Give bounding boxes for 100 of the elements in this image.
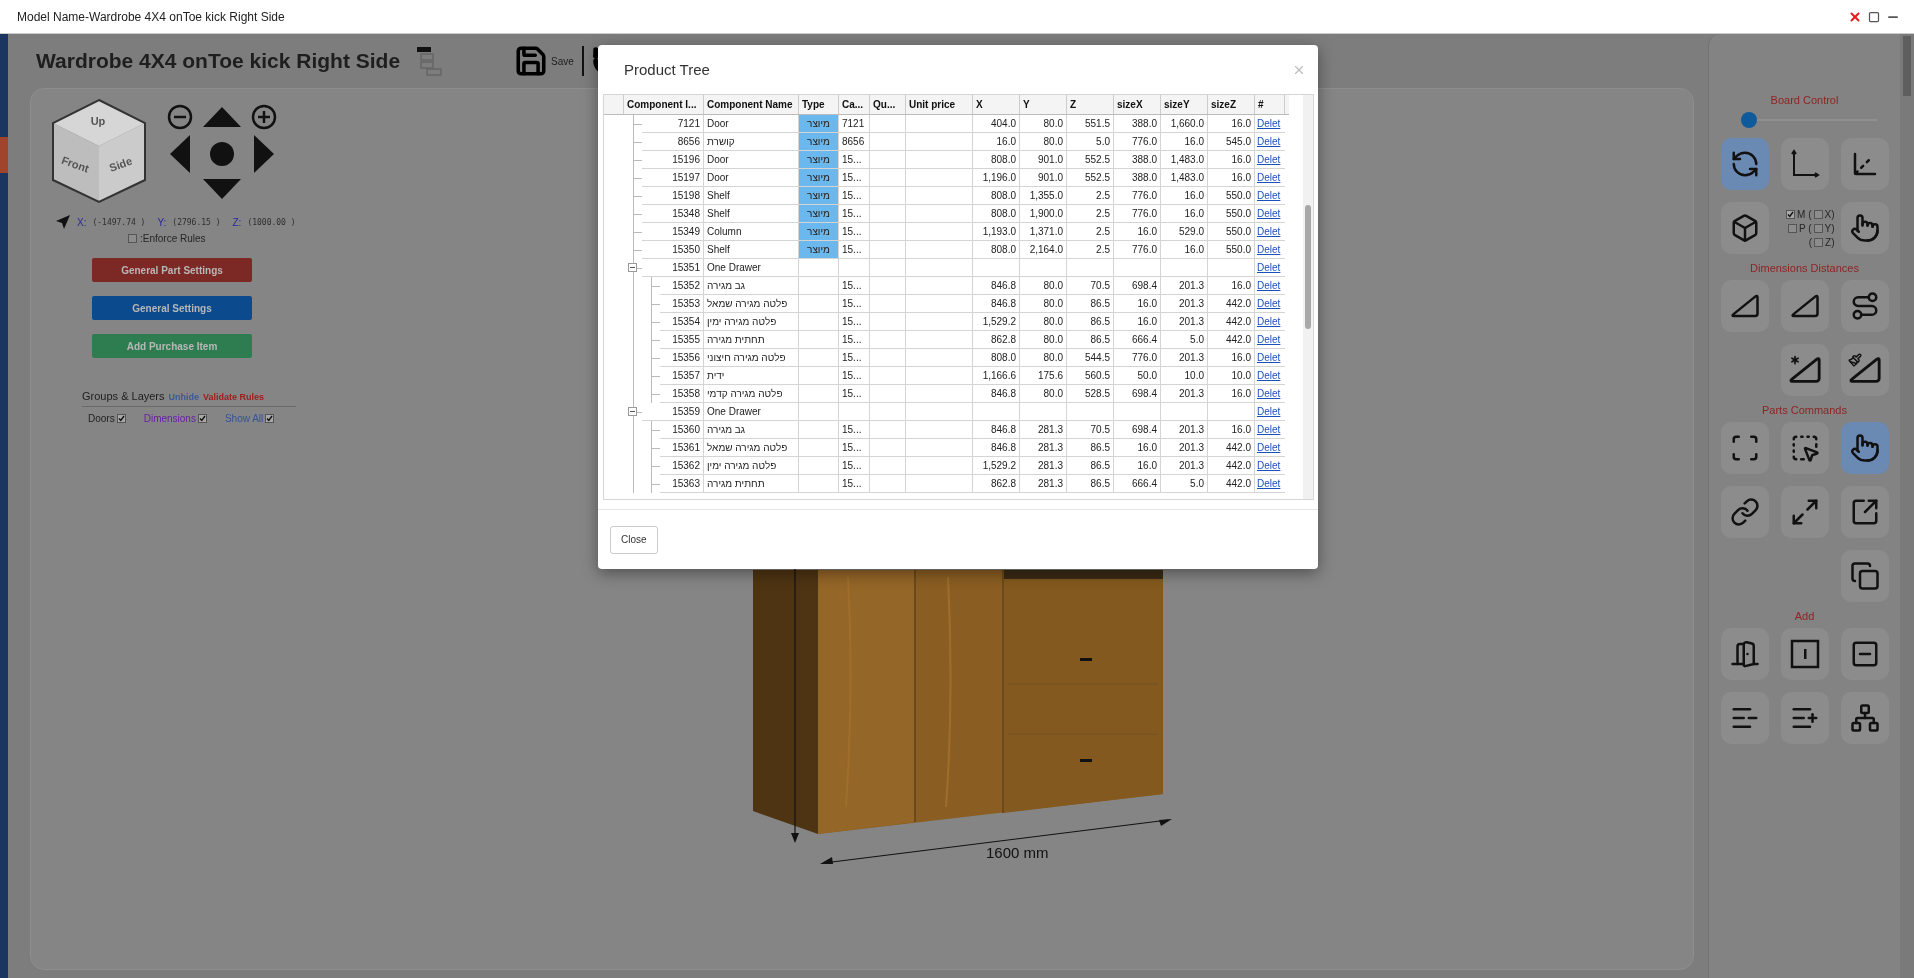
table-cell	[870, 367, 906, 385]
delete-link[interactable]: Delet	[1255, 169, 1285, 187]
column-header[interactable]: Z	[1067, 95, 1114, 114]
scrollbar[interactable]	[1303, 95, 1313, 499]
tool-button[interactable]	[1780, 344, 1829, 396]
close-icon[interactable]	[1848, 9, 1862, 24]
tool-button[interactable]	[1720, 628, 1769, 680]
tool-button[interactable]	[1840, 202, 1889, 254]
column-header[interactable]: #	[1255, 95, 1285, 114]
tool-button[interactable]	[1780, 628, 1829, 680]
delete-link[interactable]: Delet	[1255, 439, 1285, 457]
settings-button[interactable]: General Part Settings	[92, 258, 252, 282]
column-header[interactable]: Component I...	[624, 95, 704, 114]
center-dot-icon[interactable]	[209, 141, 235, 167]
zoom-out-icon[interactable]	[167, 104, 193, 130]
tool-button[interactable]	[1780, 138, 1829, 190]
tool-button[interactable]	[1720, 692, 1769, 744]
collapse-icon[interactable]	[628, 407, 637, 416]
tool-button[interactable]	[1840, 692, 1889, 744]
table-cell: 698.4	[1114, 277, 1161, 295]
tool-button[interactable]	[1840, 344, 1889, 396]
tool-button[interactable]	[1780, 422, 1829, 474]
delete-link[interactable]: Delet	[1255, 133, 1285, 151]
column-header[interactable]: sizeX	[1114, 95, 1161, 114]
zoom-in-icon[interactable]	[251, 104, 277, 130]
maximize-icon[interactable]	[1868, 10, 1880, 23]
column-header[interactable]: Y	[1020, 95, 1067, 114]
delete-link[interactable]: Delet	[1255, 277, 1285, 295]
pan-up-icon[interactable]	[202, 106, 242, 128]
delete-link[interactable]: Delet	[1255, 115, 1285, 133]
table-cell	[973, 403, 1020, 421]
delete-link[interactable]: Delet	[1255, 457, 1285, 475]
column-header[interactable]: Unit price	[906, 95, 973, 114]
tool-button[interactable]	[1840, 280, 1889, 332]
table-cell	[906, 241, 973, 259]
tool-button[interactable]	[1720, 138, 1769, 190]
table-cell	[870, 403, 906, 421]
column-header[interactable]: Qu...	[870, 95, 906, 114]
delete-link[interactable]: Delet	[1255, 187, 1285, 205]
tool-button[interactable]	[1720, 280, 1769, 332]
delete-link[interactable]: Delet	[1255, 313, 1285, 331]
pan-down-icon[interactable]	[202, 178, 242, 200]
table-cell: 442.0	[1208, 295, 1255, 313]
delete-link[interactable]: Delet	[1255, 205, 1285, 223]
collapse-icon[interactable]	[628, 263, 637, 272]
table-cell: 901.0	[1020, 169, 1067, 187]
tool-button[interactable]	[1720, 202, 1769, 254]
view-cube[interactable]: Up Front Side	[50, 98, 148, 206]
checkbox[interactable]	[1787, 223, 1797, 233]
settings-button[interactable]: General Settings	[92, 296, 252, 320]
delete-link[interactable]: Delet	[1255, 475, 1285, 493]
tool-button[interactable]	[1840, 628, 1889, 680]
column-header[interactable]: sizeY	[1161, 95, 1208, 114]
tool-button[interactable]	[1780, 486, 1829, 538]
checkbox[interactable]	[1814, 237, 1824, 247]
delete-link[interactable]: Delet	[1255, 259, 1285, 277]
table-cell: 15...	[839, 187, 870, 205]
tool-button[interactable]	[1780, 692, 1829, 744]
delete-link[interactable]: Delet	[1255, 403, 1285, 421]
table-cell	[906, 277, 973, 295]
delete-link[interactable]: Delet	[1255, 367, 1285, 385]
delete-link[interactable]: Delet	[1255, 349, 1285, 367]
delete-link[interactable]: Delet	[1255, 421, 1285, 439]
delete-link[interactable]: Delet	[1255, 151, 1285, 169]
delete-link[interactable]: Delet	[1255, 295, 1285, 313]
column-header[interactable]: sizeZ	[1208, 95, 1255, 114]
checkbox[interactable]	[1786, 209, 1796, 219]
tool-button[interactable]	[1720, 486, 1769, 538]
delete-link[interactable]: Delet	[1255, 241, 1285, 259]
table-cell: 15356	[660, 349, 704, 367]
delete-link[interactable]: Delet	[1255, 385, 1285, 403]
table-cell: 552.5	[1067, 169, 1114, 187]
delete-link[interactable]: Delet	[1255, 223, 1285, 241]
table-cell: One Drawer	[704, 259, 799, 277]
column-header[interactable]: Ca...	[839, 95, 870, 114]
close-button[interactable]: Close	[610, 525, 658, 554]
column-header[interactable]: Component Name	[704, 95, 799, 114]
column-header[interactable]: Type	[799, 95, 839, 114]
pan-right-icon[interactable]	[253, 134, 275, 174]
column-header[interactable]: X	[973, 95, 1020, 114]
tool-button[interactable]	[1840, 486, 1889, 538]
checkbox[interactable]	[128, 234, 137, 243]
checkbox[interactable]	[116, 414, 126, 423]
save-button[interactable]: Save	[514, 44, 574, 78]
checkbox[interactable]	[265, 414, 275, 423]
tool-button[interactable]	[1720, 422, 1769, 474]
checkbox[interactable]	[197, 414, 207, 423]
tool-button[interactable]	[1840, 138, 1889, 190]
tool-button[interactable]	[1840, 422, 1889, 474]
pan-left-icon[interactable]	[169, 134, 191, 174]
checkbox[interactable]	[1813, 209, 1823, 219]
tool-button[interactable]	[1840, 550, 1889, 602]
tool-button[interactable]	[1780, 280, 1829, 332]
slider-thumb[interactable]	[1740, 112, 1757, 128]
table-cell: 201.3	[1161, 313, 1208, 331]
delete-link[interactable]: Delet	[1255, 331, 1285, 349]
table-cell: 15354	[660, 313, 704, 331]
stacked-layers-icon[interactable]	[416, 46, 445, 76]
checkbox[interactable]	[1813, 223, 1823, 233]
table-cell: 15349	[642, 223, 704, 241]
